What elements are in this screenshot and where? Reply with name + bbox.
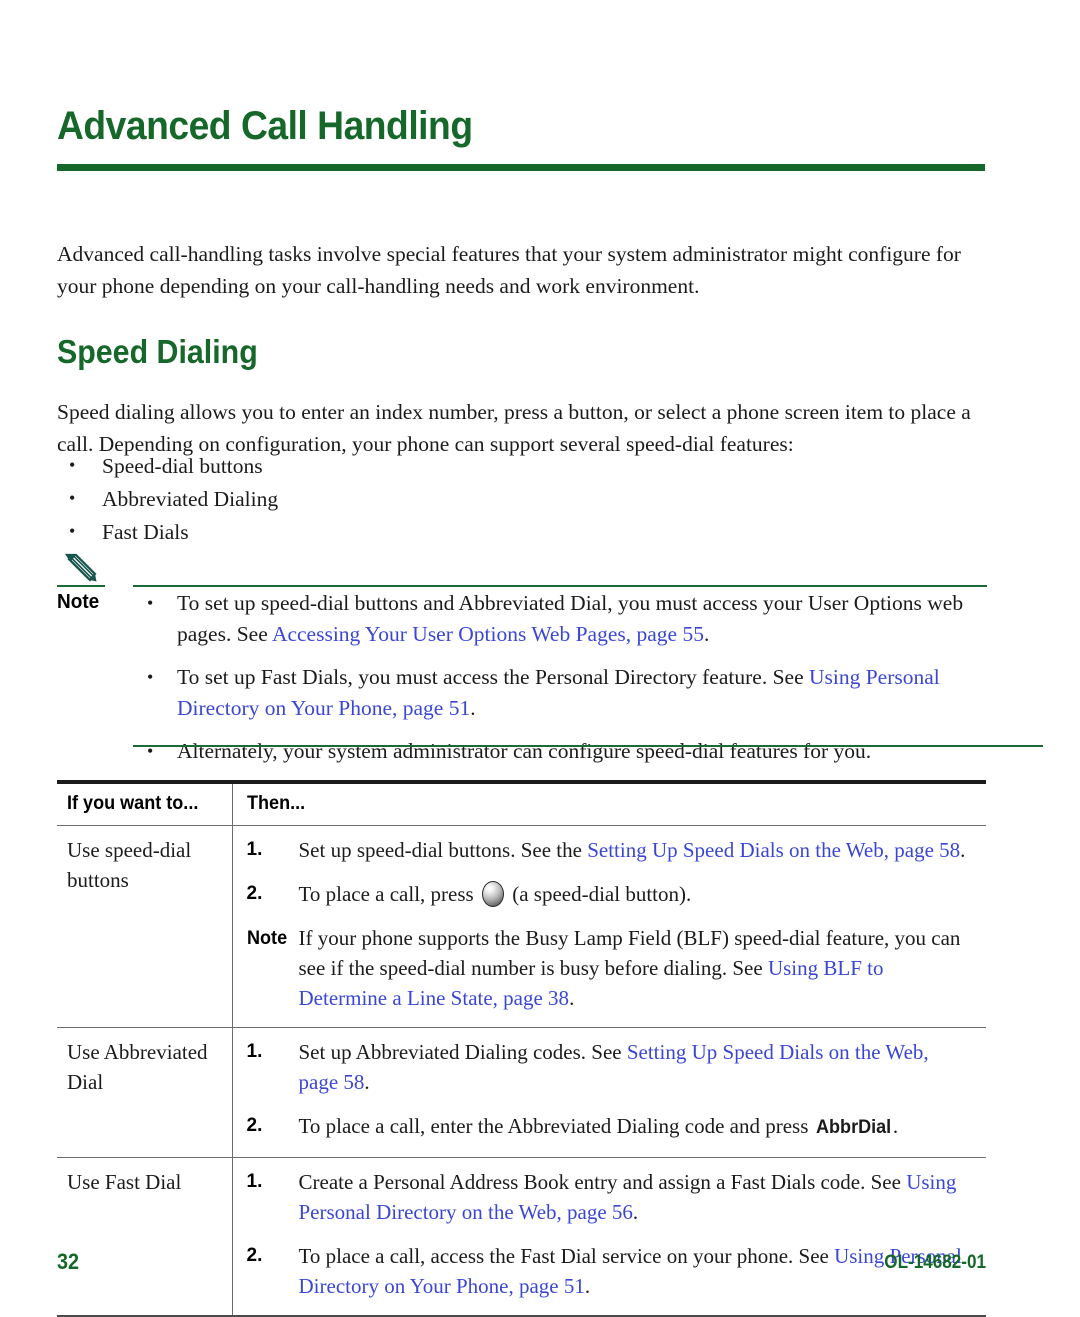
intro-paragraph: Advanced call-handling tasks involve spe…	[57, 242, 961, 298]
step-number: 1.	[246, 1041, 263, 1062]
note-list-item: To set up Fast Dials, you must access th…	[133, 662, 987, 724]
step-text: Set up speed-dial buttons. See the	[298, 838, 588, 862]
section-heading-speed-dialing: Speed Dialing	[57, 333, 258, 370]
step-text: To place a call, enter the Abbreviated D…	[298, 1114, 814, 1138]
step-text-tail: .	[960, 838, 966, 862]
steps-cell: 1. Create a Personal Address Book entry …	[231, 1157, 986, 1317]
task-cell: Use Abbreviated Dial	[57, 1027, 232, 1158]
note-text-tail: .	[703, 622, 710, 646]
table-row: Use Fast Dial 1. Create a Personal Addre…	[57, 1157, 986, 1317]
step-text-mid: (a speed-dial button).	[506, 882, 692, 906]
procedure-table: If you want to... Then... Use speed-dial…	[57, 780, 986, 1317]
inline-note-text-tail: .	[569, 986, 575, 1010]
step-item: 1. Set up speed-dial buttons. See the Se…	[247, 835, 973, 865]
footer-page-number: 32	[57, 1249, 80, 1274]
steps-cell: 1. Set up Abbreviated Dialing codes. See…	[231, 1027, 986, 1158]
page-title: Advanced Call Handling	[57, 104, 473, 148]
task-cell: Use speed-dial buttons	[57, 825, 232, 1028]
note-text: Alternately, your system administrator c…	[177, 739, 872, 763]
softkey-label-abbrdial: AbbrDial	[815, 1117, 891, 1138]
inline-note: Note If your phone supports the Busy Lam…	[247, 923, 973, 1013]
step-text-tail: .	[632, 1200, 639, 1224]
task-cell: Use Fast Dial	[57, 1157, 232, 1317]
note-top-rule	[133, 585, 987, 587]
note-text-tail: .	[470, 696, 476, 720]
note-list-item: To set up speed-dial buttons and Abbrevi…	[133, 588, 987, 650]
table-header-row: If you want to... Then...	[57, 780, 986, 826]
step-text-tail: .	[892, 1114, 899, 1138]
cross-reference-link[interactable]: Setting Up Speed Dials on the Web, page …	[587, 838, 960, 862]
speed-dial-feature-list: Speed-dial buttons Abbreviated Dialing F…	[57, 449, 987, 549]
step-number: 2.	[246, 1115, 263, 1136]
step-text: Create a Personal Address Book entry and…	[298, 1170, 907, 1194]
step-item: 2. To place a call, press (a speed-dial …	[247, 879, 973, 909]
steps-cell: 1. Set up speed-dial buttons. See the Se…	[231, 825, 986, 1028]
column-header-then: Then...	[231, 780, 986, 826]
step-text: To place a call, press	[298, 882, 479, 906]
note-icon-rule	[57, 585, 105, 587]
note-list-item: Alternately, your system administrator c…	[133, 736, 987, 767]
step-number: 1.	[246, 1171, 263, 1192]
cross-reference-link[interactable]: Accessing Your User Options Web Pages, p…	[272, 622, 704, 646]
column-header-if-you-want-to: If you want to...	[57, 780, 232, 826]
footer-document-id: OL-14682-01	[884, 1252, 986, 1273]
note-body: To set up speed-dial buttons and Abbrevi…	[133, 588, 987, 767]
step-item: 1. Set up Abbreviated Dialing codes. See…	[247, 1037, 973, 1097]
step-number: 2.	[246, 883, 263, 904]
note-label: Note	[57, 591, 100, 613]
note-bottom-rule	[133, 745, 1043, 747]
list-item: Abbreviated Dialing	[57, 482, 987, 516]
list-item: Fast Dials	[57, 515, 987, 549]
document-page: Advanced Call Handling Advanced call-han…	[0, 0, 1080, 1317]
pencil-icon	[62, 552, 102, 584]
table-row: Use speed-dial buttons 1. Set up speed-d…	[57, 825, 986, 1028]
page-footer: 32 OL-14682-01	[57, 1249, 986, 1279]
note-text: To set up Fast Dials, you must access th…	[177, 665, 809, 689]
step-item: 1. Create a Personal Address Book entry …	[247, 1167, 973, 1227]
inline-note-label: Note	[246, 928, 287, 949]
step-text-tail: .	[364, 1070, 370, 1094]
procedure-table-wrapper: If you want to... Then... Use speed-dial…	[57, 780, 986, 1317]
title-underline-rule	[57, 164, 985, 171]
speed-dial-button-icon	[481, 881, 504, 907]
list-item: Speed-dial buttons	[57, 449, 987, 483]
step-number: 1.	[246, 839, 263, 860]
step-item: 2. To place a call, enter the Abbreviate…	[247, 1111, 973, 1143]
step-text: Set up Abbreviated Dialing codes. See	[298, 1040, 627, 1064]
table-row: Use Abbreviated Dial 1. Set up Abbreviat…	[57, 1027, 986, 1158]
